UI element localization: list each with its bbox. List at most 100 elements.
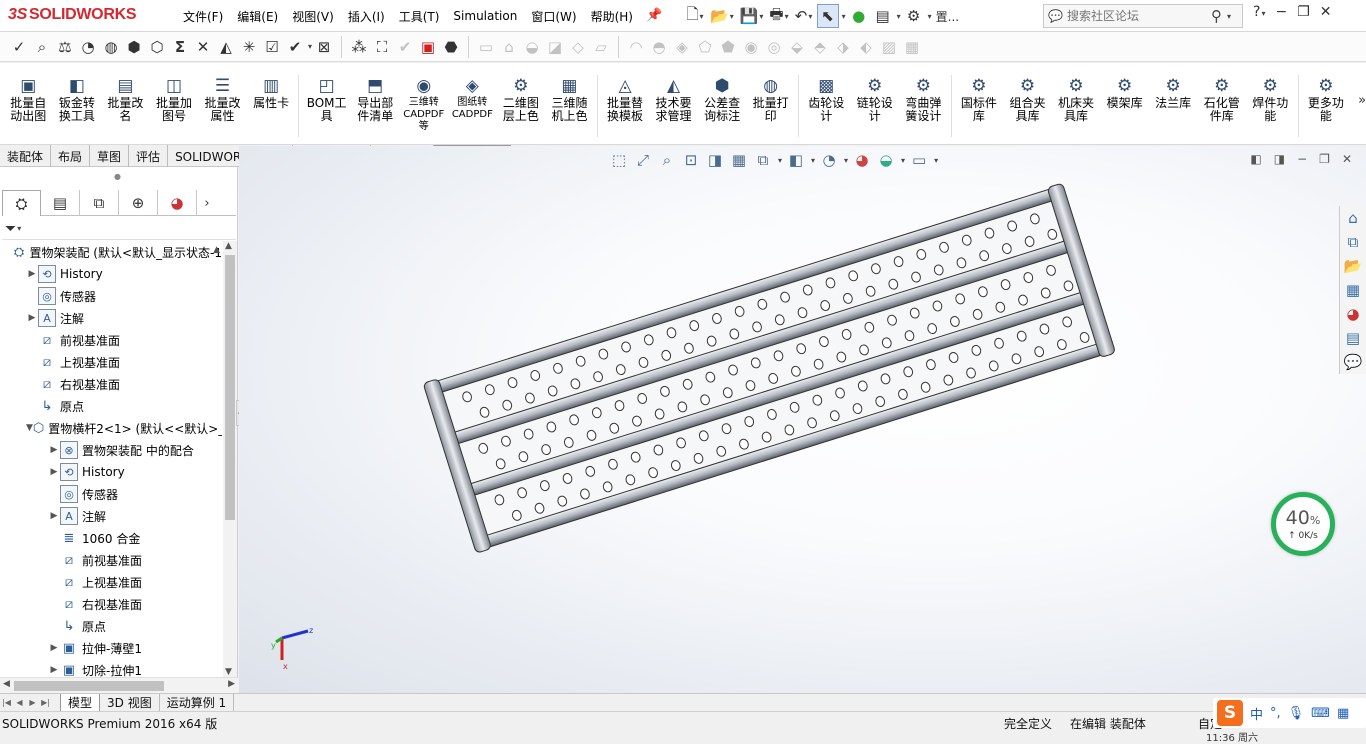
traffic-light-icon[interactable]: ● <box>848 4 870 28</box>
microphone-icon[interactable]: 🎙 <box>1288 706 1305 721</box>
tree-node[interactable]: ◎ 传感器 <box>0 285 222 307</box>
options-gear-icon[interactable]: ⚙ <box>903 4 925 28</box>
rebuild-icon[interactable]: ◔ <box>77 36 99 58</box>
menu-item[interactable]: 窗口(W) <box>524 8 583 25</box>
command-button[interactable]: ⚙ 法兰库 <box>1149 75 1198 110</box>
tree-filter[interactable]: ⏷ ▾ <box>2 218 236 240</box>
tree-node[interactable]: ⧄ 右视基准面 <box>0 593 222 615</box>
command-tab[interactable]: 评估 <box>129 145 169 167</box>
tree-node[interactable]: ⧄ 上视基准面 <box>0 571 222 593</box>
expand-toggle-icon[interactable]: ▼ <box>26 423 33 433</box>
command-button[interactable]: ⚙ 石化管 件库 <box>1197 75 1246 123</box>
menu-item[interactable]: 插入(I) <box>341 8 392 25</box>
tree-node[interactable]: ⧄ 右视基准面 <box>0 373 222 395</box>
scroll-thumb[interactable] <box>225 255 235 520</box>
command-button[interactable]: ▦ 三维随 机上色 <box>545 75 594 123</box>
command-button[interactable]: ⚙ 国标件 库 <box>955 75 1004 123</box>
bottom-tab[interactable]: 3D 视图 <box>100 693 160 712</box>
command-button[interactable]: ▩ 齿轮设 计 <box>802 75 851 123</box>
interference-icon[interactable]: ◍ <box>100 36 122 58</box>
command-button[interactable]: ◬ 批量替 换模板 <box>601 75 650 123</box>
print-icon[interactable]: 🖶 ▾ <box>767 4 790 28</box>
tree-node[interactable]: ⧄ 前视基准面 <box>0 549 222 571</box>
scroll-up-icon[interactable]: ▲ <box>225 241 232 251</box>
command-button[interactable]: ⚙ 焊件功 能 <box>1246 75 1295 123</box>
expand-commands-icon[interactable]: » <box>1358 93 1366 108</box>
tree-node[interactable]: ≣ 1060 合金 <box>0 527 222 549</box>
minimize-icon[interactable]: − <box>1275 4 1287 20</box>
help-icon[interactable]: ?▾ <box>1253 4 1265 20</box>
command-button[interactable]: ◰ BOM工 具 <box>302 75 351 123</box>
command-button[interactable]: ◈ 图纸转 CADPDF <box>448 75 497 121</box>
expand-toggle-icon[interactable]: ▶ <box>26 269 38 279</box>
tree-node[interactable]: ▶ ⊗ 置物架装配 中的配合 <box>0 439 222 461</box>
shelf-model[interactable] <box>239 146 1366 693</box>
expand-toggle-icon[interactable]: ▶ <box>48 643 60 653</box>
search-input[interactable] <box>1066 9 1207 23</box>
equations-icon[interactable]: Σ <box>169 36 191 58</box>
undo-icon[interactable]: ↶ ▾ <box>793 4 815 28</box>
command-button[interactable]: ⚙ 机床夹 具库 <box>1052 75 1101 123</box>
command-button[interactable]: ☰ 批量改 属性 <box>198 75 247 123</box>
expand-toggle-icon[interactable]: ▶ <box>48 445 60 455</box>
tree-horizontal-scrollbar[interactable]: ◀ ▶ <box>0 677 238 693</box>
command-button[interactable]: ⬢ 公差查 询标注 <box>698 75 747 123</box>
command-tab[interactable]: 装配体 <box>0 145 52 167</box>
graphics-area[interactable]: ⬚ ⤢ ⌕ ⊡ ◨ ▦ ⧉ ▾ ◧ ▾ ◔ ▾ ◕ ◒ ▾ ▭ ▾ ◧ ◨ − ❐ ✕ <box>239 146 1366 693</box>
open-icon[interactable]: 📂 ▾ <box>708 4 736 28</box>
menu-item[interactable]: 文件(F) <box>176 8 230 25</box>
tree-node[interactable]: ▼ ⬡ 置物横杆2<1> (默认<<默认>_显 <box>0 417 222 439</box>
bottom-tab[interactable]: 运动算例 1 <box>160 693 235 712</box>
render-icon[interactable]: ⬣ <box>440 36 462 58</box>
menu-item[interactable]: Simulation <box>446 9 524 23</box>
pin-icon[interactable]: 📌 <box>646 8 662 23</box>
menu-item[interactable]: 工具(T) <box>392 8 447 25</box>
panel-grip[interactable]: ● <box>114 172 121 181</box>
scroll-down-icon[interactable]: ▼ <box>225 667 232 677</box>
featuremanager-tree-icon[interactable]: ⛭ <box>2 190 41 216</box>
assembly-visualization-icon[interactable]: ✕ <box>192 36 214 58</box>
command-button[interactable]: ⚙ 链轮设 计 <box>851 75 900 123</box>
close-icon[interactable]: ✕ <box>1320 4 1332 20</box>
hole-alignment-icon[interactable]: ⬡ <box>146 36 168 58</box>
tree-node[interactable]: ◎ 传感器 <box>0 483 222 505</box>
menu-item[interactable]: 编辑(E) <box>230 8 285 25</box>
command-button[interactable]: ⚙ 模架库 <box>1100 75 1149 110</box>
command-button[interactable]: ◍ 批量打 印 <box>746 75 795 123</box>
command-button[interactable]: ▥ 属性卡 <box>247 75 296 110</box>
design-check-icon[interactable]: ✔ <box>284 36 306 58</box>
first-tab-icon[interactable]: |◀ <box>0 698 13 707</box>
ime-menu-icon[interactable]: ▦ <box>1337 706 1349 721</box>
next-tab-icon[interactable]: ▶ <box>26 698 39 707</box>
tree-scroll-top-icon[interactable]: ▲ <box>213 245 220 255</box>
mirror-icon[interactable]: ◭ <box>215 36 237 58</box>
solidworks-resources-icon[interactable]: ⌂ <box>1341 206 1365 230</box>
view-palette-icon[interactable]: ▦ <box>1341 278 1365 302</box>
command-button[interactable]: ⚙ 弯曲弹 簧设计 <box>899 75 948 123</box>
forum-icon[interactable]: 💬 <box>1341 350 1365 374</box>
design-library-icon[interactable]: ⧉ <box>1341 230 1365 254</box>
simulation-icon[interactable]: ⛶ <box>371 36 393 58</box>
menu-item[interactable]: 帮助(H) <box>584 8 640 25</box>
last-tab-icon[interactable]: ▶| <box>39 698 52 707</box>
prev-tab-icon[interactable]: ◀ <box>13 698 26 707</box>
command-button[interactable]: ⚙ 组合夹 具库 <box>1003 75 1052 123</box>
dimxpertmanager-icon[interactable]: ⊕ <box>119 190 158 216</box>
mass-properties-icon[interactable]: ⚖ <box>54 36 76 58</box>
tree-node[interactable]: ⧄ 前视基准面 <box>0 329 222 351</box>
more-options-label[interactable]: 置... <box>934 4 961 28</box>
tree-node[interactable]: ↳ 原点 <box>0 395 222 417</box>
command-button[interactable]: ⬒ 导出部 件清单 <box>351 75 400 123</box>
scroll-right-icon[interactable]: ▶ <box>228 679 235 689</box>
file-properties-icon[interactable]: ▤ <box>872 4 894 28</box>
pdf-icon[interactable]: ▣ <box>417 36 439 58</box>
ime-punctuation[interactable]: °, <box>1270 706 1281 721</box>
tree-node[interactable]: ▶ A 注解 <box>0 307 222 329</box>
spell-check-icon[interactable]: ✓ <box>8 36 30 58</box>
clearance-icon[interactable]: ⬢ <box>123 36 145 58</box>
export-excel-icon[interactable]: ⊠ <box>313 36 335 58</box>
tree-node[interactable]: ▶ ▣ 切除-拉伸1 <box>0 659 222 678</box>
keyboard-icon[interactable]: ⌨ <box>1311 706 1330 721</box>
ime-language[interactable]: 中 <box>1250 704 1263 723</box>
expand-toggle-icon[interactable]: ▶ <box>48 511 60 521</box>
